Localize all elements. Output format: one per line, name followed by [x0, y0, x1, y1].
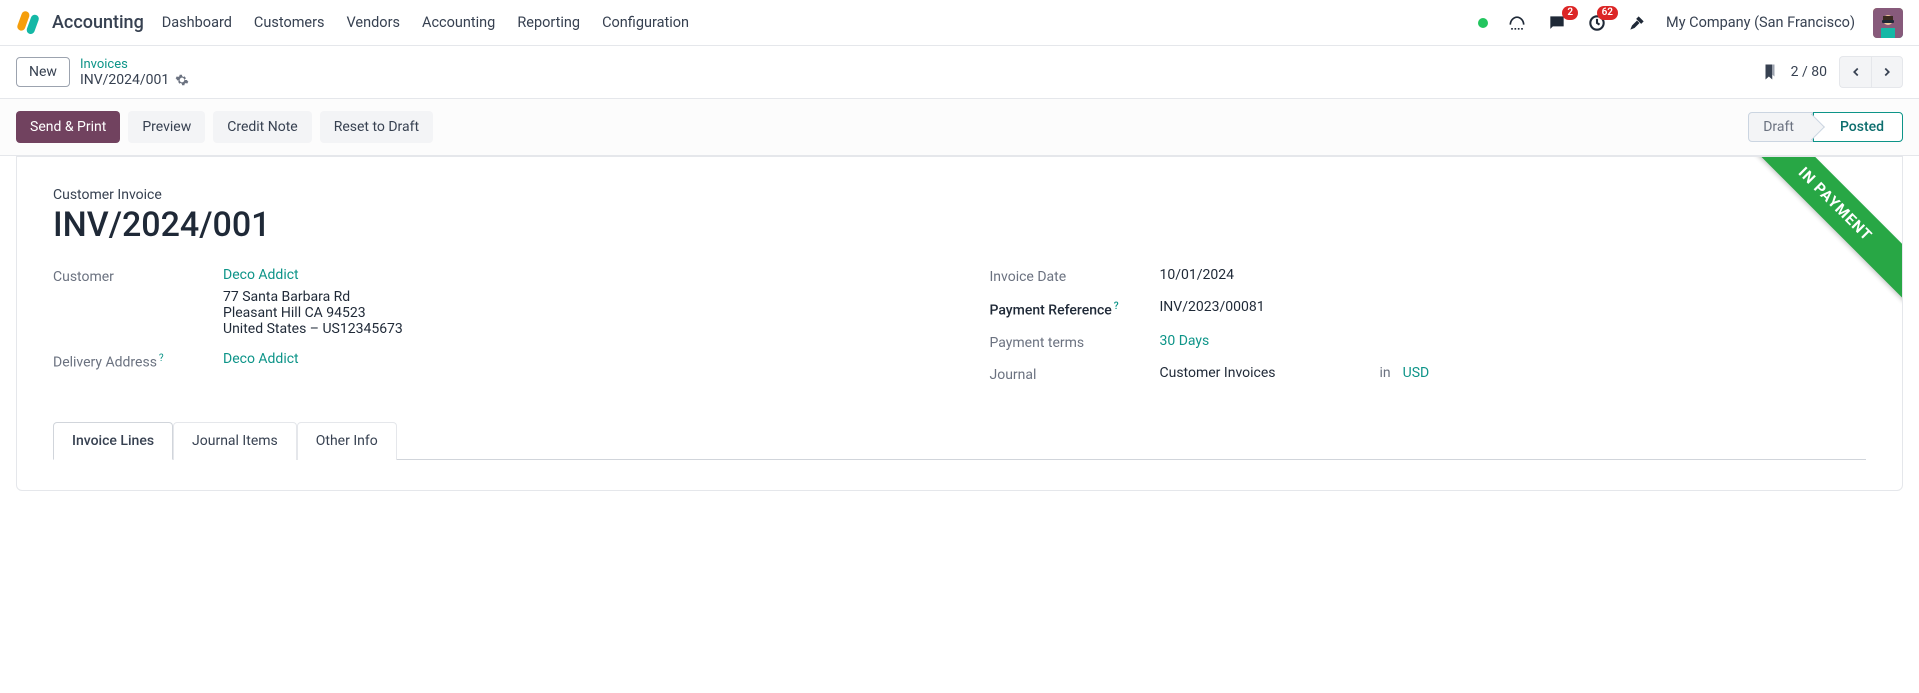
invoice-name: INV/2024/001 — [53, 205, 1866, 245]
status-posted[interactable]: Posted — [1813, 112, 1903, 142]
help-icon[interactable]: ? — [159, 353, 164, 364]
activities-badge: 62 — [1597, 6, 1618, 20]
messages-icon[interactable]: 2 — [1546, 12, 1568, 34]
tab-other-info[interactable]: Other Info — [297, 422, 397, 460]
tools-icon[interactable] — [1626, 12, 1648, 34]
payment-reference-label: Payment Reference? — [990, 299, 1160, 319]
nav-customers[interactable]: Customers — [254, 14, 325, 31]
help-icon[interactable]: ? — [1114, 301, 1119, 312]
notebook-tabs: Invoice Lines Journal Items Other Info — [53, 421, 1866, 460]
payment-reference-label-text: Payment Reference — [990, 303, 1112, 319]
send-print-button[interactable]: Send & Print — [16, 111, 120, 143]
status-draft[interactable]: Draft — [1748, 112, 1813, 142]
breadcrumb-current-text: INV/2024/001 — [80, 72, 169, 88]
new-button[interactable]: New — [16, 57, 70, 87]
nav-accounting[interactable]: Accounting — [422, 14, 495, 31]
invoice-date-value[interactable]: 10/01/2024 — [1160, 267, 1235, 283]
pager-prev-button[interactable] — [1839, 56, 1871, 88]
customer-label: Customer — [53, 267, 223, 285]
delivery-address-label: Delivery Address? — [53, 351, 223, 371]
nav-configuration[interactable]: Configuration — [602, 14, 689, 31]
preview-button[interactable]: Preview — [128, 111, 205, 143]
user-avatar[interactable] — [1873, 8, 1903, 38]
journal-value-group: Customer Invoices in USD — [1160, 365, 1430, 381]
customer-address-line1: 77 Santa Barbara Rd — [223, 289, 403, 305]
form-columns: Customer Deco Addict 77 Santa Barbara Rd… — [53, 267, 1866, 397]
currency-label: in — [1380, 365, 1391, 381]
voip-icon[interactable] — [1506, 12, 1528, 34]
form-col-right: Invoice Date 10/01/2024 Payment Referenc… — [990, 267, 1867, 397]
control-panel-right: 2 / 80 — [1761, 56, 1903, 88]
currency-link[interactable]: USD — [1403, 365, 1430, 381]
form-col-left: Customer Deco Addict 77 Santa Barbara Rd… — [53, 267, 930, 397]
action-bar: Send & Print Preview Credit Note Reset t… — [0, 99, 1919, 156]
app-name[interactable]: Accounting — [52, 12, 144, 33]
presence-indicator-icon[interactable] — [1478, 18, 1488, 28]
messages-badge: 2 — [1562, 6, 1578, 20]
company-switcher[interactable]: My Company (San Francisco) — [1666, 14, 1855, 31]
breadcrumb: Invoices INV/2024/001 — [80, 57, 189, 88]
reset-draft-button[interactable]: Reset to Draft — [320, 111, 433, 143]
journal-label: Journal — [990, 365, 1160, 383]
move-type-label: Customer Invoice — [53, 187, 1866, 203]
payment-terms-link[interactable]: 30 Days — [1160, 333, 1210, 349]
activities-icon[interactable]: 62 — [1586, 12, 1608, 34]
nav-dashboard[interactable]: Dashboard — [162, 14, 232, 31]
app-logo[interactable] — [16, 10, 42, 36]
customer-address-line2: Pleasant Hill CA 94523 — [223, 305, 403, 321]
tab-invoice-lines[interactable]: Invoice Lines — [53, 422, 173, 460]
pager-count[interactable]: 2 / 80 — [1791, 64, 1827, 80]
customer-address-line3: United States – US12345673 — [223, 321, 403, 337]
customer-link[interactable]: Deco Addict — [223, 267, 403, 283]
pager-next-button[interactable] — [1871, 56, 1903, 88]
payment-terms-label: Payment terms — [990, 333, 1160, 351]
top-nav: Accounting Dashboard Customers Vendors A… — [0, 0, 1919, 46]
gear-icon[interactable] — [175, 73, 189, 87]
form-sheet: IN PAYMENT Customer Invoice INV/2024/001… — [16, 156, 1903, 491]
breadcrumb-current: INV/2024/001 — [80, 72, 189, 88]
payment-reference-value[interactable]: INV/2023/00081 — [1160, 299, 1265, 315]
status-bar: Draft Posted — [1748, 112, 1903, 142]
credit-note-button[interactable]: Credit Note — [213, 111, 311, 143]
nav-right: 2 62 My Company (San Francisco) — [1478, 8, 1903, 38]
nav-vendors[interactable]: Vendors — [347, 14, 400, 31]
breadcrumb-parent[interactable]: Invoices — [80, 57, 189, 72]
nav-reporting[interactable]: Reporting — [517, 14, 580, 31]
invoice-date-label: Invoice Date — [990, 267, 1160, 285]
tab-journal-items[interactable]: Journal Items — [173, 422, 297, 460]
customer-value: Deco Addict 77 Santa Barbara Rd Pleasant… — [223, 267, 403, 337]
main-menu: Dashboard Customers Vendors Accounting R… — [162, 14, 689, 31]
delivery-address-link[interactable]: Deco Addict — [223, 351, 299, 367]
control-panel: New Invoices INV/2024/001 2 / 80 — [0, 46, 1919, 99]
delivery-address-label-text: Delivery Address — [53, 355, 157, 371]
bookmark-icon[interactable] — [1761, 63, 1779, 81]
journal-value[interactable]: Customer Invoices — [1160, 365, 1276, 381]
